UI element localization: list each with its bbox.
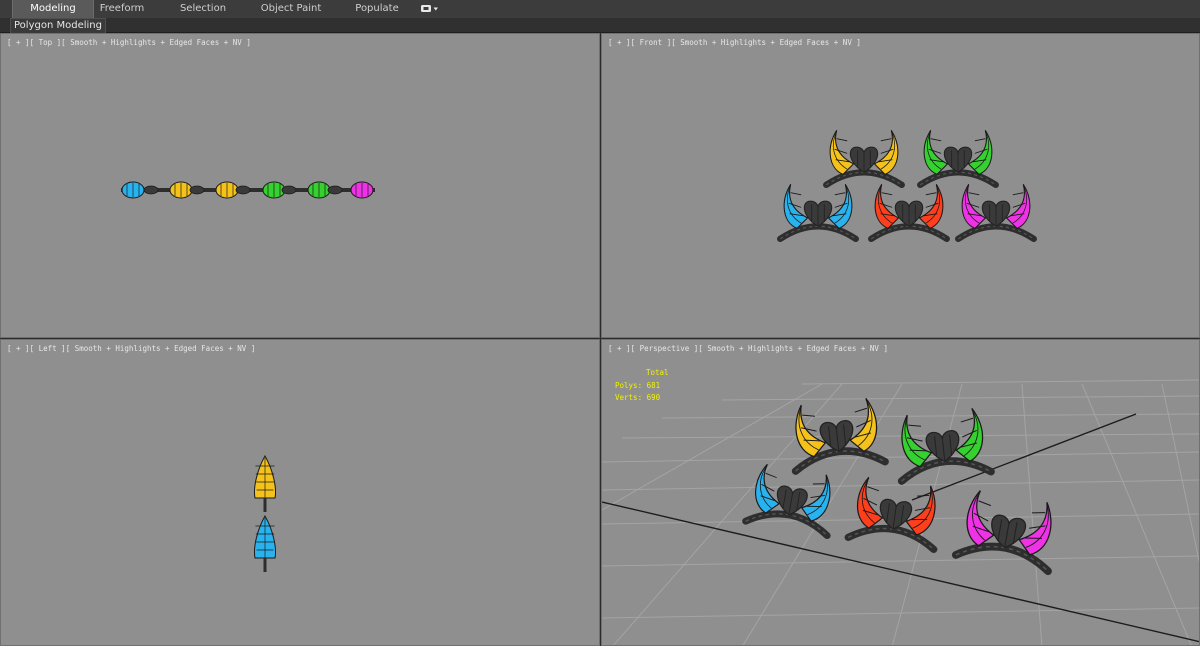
persp-horns-yellow: [791, 397, 889, 475]
top-heart-piece: [281, 185, 297, 195]
stats-total-label: Total: [646, 368, 669, 377]
tab-freeform[interactable]: Freeform: [92, 0, 152, 18]
ribbon-options-dropdown[interactable]: [420, 4, 440, 14]
left-view-models: [254, 454, 276, 572]
left-horn-yellow: [254, 454, 276, 512]
top-heart-piece: [189, 185, 205, 195]
top-horn-piece: [350, 181, 374, 199]
top-horn-piece: [215, 181, 239, 199]
front-horns-yellow: [823, 130, 905, 189]
front-horns-blue: [777, 184, 859, 243]
stats-polys: Polys: 681: [615, 381, 661, 390]
top-horn-piece: [169, 181, 193, 199]
left-horn-blue: [254, 514, 276, 572]
ribbon-panel: [0, 18, 1200, 33]
persp-horns-blue: [742, 463, 831, 540]
tab-modeling[interactable]: Modeling: [12, 0, 94, 18]
front-horns-magenta: [955, 184, 1037, 243]
top-heart-piece: [327, 185, 343, 195]
front-view-models: [777, 130, 1037, 243]
front-horns-green: [917, 130, 999, 189]
viewport-front[interactable]: [ + ][ Front ][ Smooth + Highlights + Ed…: [601, 33, 1200, 338]
top-view-models: [121, 181, 375, 199]
viewport-left[interactable]: [ + ][ Left ][ Smooth + Highlights + Edg…: [0, 339, 600, 646]
top-heart-piece: [143, 185, 159, 195]
viewport-perspective[interactable]: [ + ][ Perspective ][ Smooth + Highlight…: [601, 339, 1200, 646]
front-horns-red: [868, 184, 950, 243]
polygon-modeling-button[interactable]: Polygon Modeling: [10, 18, 106, 34]
top-horn-piece: [307, 181, 331, 199]
persp-horns-red: [844, 476, 938, 554]
viewport-label-perspective[interactable]: [ + ][ Perspective ][ Smooth + Highlight…: [608, 344, 888, 353]
top-horn-piece: [121, 181, 145, 199]
chevron-down-icon: [421, 5, 438, 12]
tab-populate[interactable]: Populate: [344, 0, 410, 18]
persp-horns-green: [897, 407, 995, 485]
perspective-grid-and-models: [602, 379, 1199, 645]
stats-verts: Verts: 690: [615, 393, 661, 402]
tab-object-paint[interactable]: Object Paint: [252, 0, 330, 18]
top-heart-piece: [235, 185, 251, 195]
tab-selection[interactable]: Selection: [168, 0, 238, 18]
viewport-top[interactable]: [ + ][ Top ][ Smooth + Highlights + Edge…: [0, 33, 600, 338]
